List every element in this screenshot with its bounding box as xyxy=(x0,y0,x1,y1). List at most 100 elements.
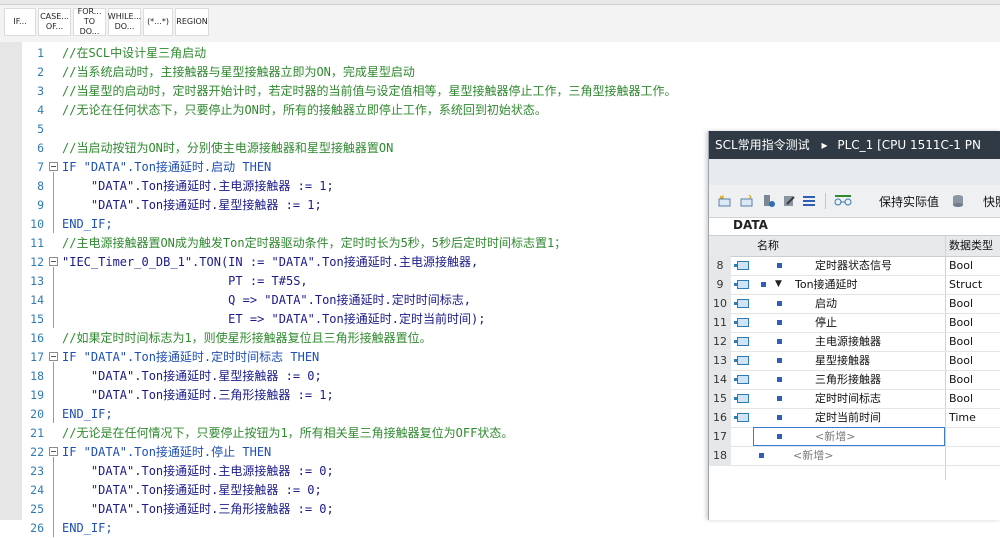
table-row[interactable]: 8 定时器状态信号 Bool xyxy=(709,256,1000,276)
plc-name[interactable]: PLC_1 [CPU 1511C-1 PN xyxy=(837,131,981,159)
insert-if-button[interactable]: IF... xyxy=(4,8,36,36)
variable-type[interactable]: Bool xyxy=(949,370,973,389)
line-number: 23 xyxy=(30,464,44,478)
variable-name[interactable]: <新增> xyxy=(815,427,855,446)
line-number: 16 xyxy=(30,331,44,345)
code-line[interactable]: 2 //当系统启动时，主接触器与星型接触器立即为ON，完成星型启动 xyxy=(22,63,1000,82)
line-number: 9 xyxy=(37,198,44,212)
variable-type[interactable]: Time xyxy=(949,408,976,427)
line-number: 3 xyxy=(37,84,44,98)
code-text: ET => "DATA".Ton接通延时.定时当前时间); xyxy=(62,312,486,326)
column-header-type[interactable]: 数据类型 xyxy=(949,236,993,256)
edit-icon[interactable] xyxy=(781,193,797,209)
table-row[interactable]: 12 主电源接触器 Bool xyxy=(709,332,1000,352)
variable-type[interactable]: Bool xyxy=(949,256,973,275)
variable-type[interactable]: Struct xyxy=(949,275,982,294)
table-row[interactable]: 13 星型接触器 Bool xyxy=(709,351,1000,371)
glasses-icon[interactable] xyxy=(833,193,853,209)
list-icon[interactable] xyxy=(801,193,817,209)
row-number: 14 xyxy=(709,370,731,389)
row-bullet-icon xyxy=(777,339,782,344)
line-number: 4 xyxy=(37,103,44,117)
line-number: 12 xyxy=(30,255,44,269)
code-line[interactable]: 26 END_IF; xyxy=(22,519,1000,538)
row-bullet-icon xyxy=(777,377,782,382)
snapshot-button[interactable]: 快照 xyxy=(983,193,1000,210)
fold-toggle-icon[interactable] xyxy=(49,352,58,361)
fold-toggle-icon[interactable] xyxy=(49,162,58,171)
row-number: 8 xyxy=(709,256,731,275)
row-bullet-icon xyxy=(777,263,782,268)
code-text: IF "DATA".Ton接通延时.定时时间标志 THEN xyxy=(62,350,320,364)
variable-name[interactable]: 定时器状态信号 xyxy=(815,256,892,275)
line-number: 6 xyxy=(37,141,44,155)
insert-for-button[interactable]: FOR... TO DO... xyxy=(73,7,106,36)
variable-name[interactable]: Ton接通延时 xyxy=(795,275,858,294)
variable-name[interactable]: 定时时间标志 xyxy=(815,389,881,408)
variable-type[interactable]: Bool xyxy=(949,294,973,313)
row-bullet-icon xyxy=(777,301,782,306)
panel-toolbar: 保持实际值 快照 xyxy=(709,185,1000,218)
db-name: DATA xyxy=(733,218,768,232)
variable-name[interactable]: 停止 xyxy=(815,313,837,332)
table-row[interactable]: 17 <新增> xyxy=(709,427,1000,447)
insert-comment-button[interactable]: (*...*) xyxy=(143,8,173,36)
line-number: 10 xyxy=(30,217,44,231)
variable-name[interactable]: 三角形接触器 xyxy=(815,370,881,389)
code-line[interactable]: 1 //在SCL中设计星三角启动 xyxy=(22,44,1000,63)
column-header-name[interactable]: 名称 xyxy=(757,236,779,256)
project-name[interactable]: SCL常用指令测试 xyxy=(715,131,810,159)
fold-toggle-icon[interactable] xyxy=(49,447,58,456)
code-text: "DATA".Ton接通延时.星型接触器 := 1; xyxy=(62,198,322,212)
variable-type[interactable]: Bool xyxy=(949,389,973,408)
insert-row-icon[interactable] xyxy=(717,193,733,209)
code-line[interactable]: 3 //当星型的启动时，定时器开始计时，若定时器的当前值与设定值相等，星型接触器停… xyxy=(22,82,1000,101)
insert-case-button[interactable]: CASE... OF... xyxy=(38,8,71,36)
variable-type[interactable]: Bool xyxy=(949,313,973,332)
table-row[interactable]: 10 启动 Bool xyxy=(709,294,1000,314)
code-text: "DATA".Ton接通延时.三角形接触器 := 0; xyxy=(62,502,334,516)
table-row[interactable]: 14 三角形接触器 Bool xyxy=(709,370,1000,390)
line-number: 20 xyxy=(30,407,44,421)
code-text: END_IF; xyxy=(62,407,113,421)
variable-name[interactable]: 定时当前时间 xyxy=(815,408,881,427)
table-row[interactable]: 15 定时时间标志 Bool xyxy=(709,389,1000,409)
code-text: END_IF; xyxy=(62,521,113,535)
code-line[interactable]: 4 //无论在任何状态下，只要停止为ON时，所有的接触器立即停止工作，系统回到初始… xyxy=(22,101,1000,120)
table-row[interactable]: 18 <新增> xyxy=(709,446,1000,466)
variable-type[interactable]: Bool xyxy=(949,332,973,351)
static-variable-icon xyxy=(734,337,749,346)
table-row[interactable]: 16 定时当前时间 Time xyxy=(709,408,1000,428)
variable-type[interactable]: Bool xyxy=(949,351,973,370)
line-number: 15 xyxy=(30,312,44,326)
fold-toggle-icon[interactable] xyxy=(49,257,58,266)
row-bullet-icon xyxy=(777,396,782,401)
table-row[interactable]: 9 ▼ Ton接通延时 Struct xyxy=(709,275,1000,295)
button-label: REGION xyxy=(176,17,208,26)
table-header: 名称 数据类型 xyxy=(709,235,1000,257)
line-number: 8 xyxy=(37,179,44,193)
variable-name[interactable]: 星型接触器 xyxy=(815,351,870,370)
static-variable-icon xyxy=(734,280,749,289)
table-row[interactable]: 11 停止 Bool xyxy=(709,313,1000,333)
row-bullet-icon xyxy=(777,358,782,363)
line-number: 11 xyxy=(30,236,44,250)
insert-region-button[interactable]: REGION xyxy=(175,8,209,36)
variable-name[interactable]: 主电源接触器 xyxy=(815,332,881,351)
code-text: //无论在任何状态下，只要停止为ON时，所有的接触器立即停止工作，系统回到初始状… xyxy=(62,103,547,117)
expand-arrow-icon[interactable]: ▼ xyxy=(775,275,782,294)
add-row-icon[interactable] xyxy=(739,193,755,209)
button-label: CASE... xyxy=(40,12,69,21)
insert-while-button[interactable]: WHILE... DO... xyxy=(108,8,141,36)
button-label: WHILE... xyxy=(107,12,142,21)
top-strip xyxy=(0,0,1000,5)
keep-actual-values-button[interactable]: 保持实际值 xyxy=(879,193,939,210)
monitor-icon[interactable] xyxy=(761,193,777,209)
line-number: 14 xyxy=(30,293,44,307)
code-text: "DATA".Ton接通延时.星型接触器 := 0; xyxy=(62,369,322,383)
database-icon[interactable] xyxy=(951,193,967,209)
variable-name[interactable]: <新增> xyxy=(793,446,833,465)
fold-guide xyxy=(53,362,54,423)
variable-name[interactable]: 启动 xyxy=(815,294,837,313)
panel-tab-area xyxy=(709,159,1000,185)
